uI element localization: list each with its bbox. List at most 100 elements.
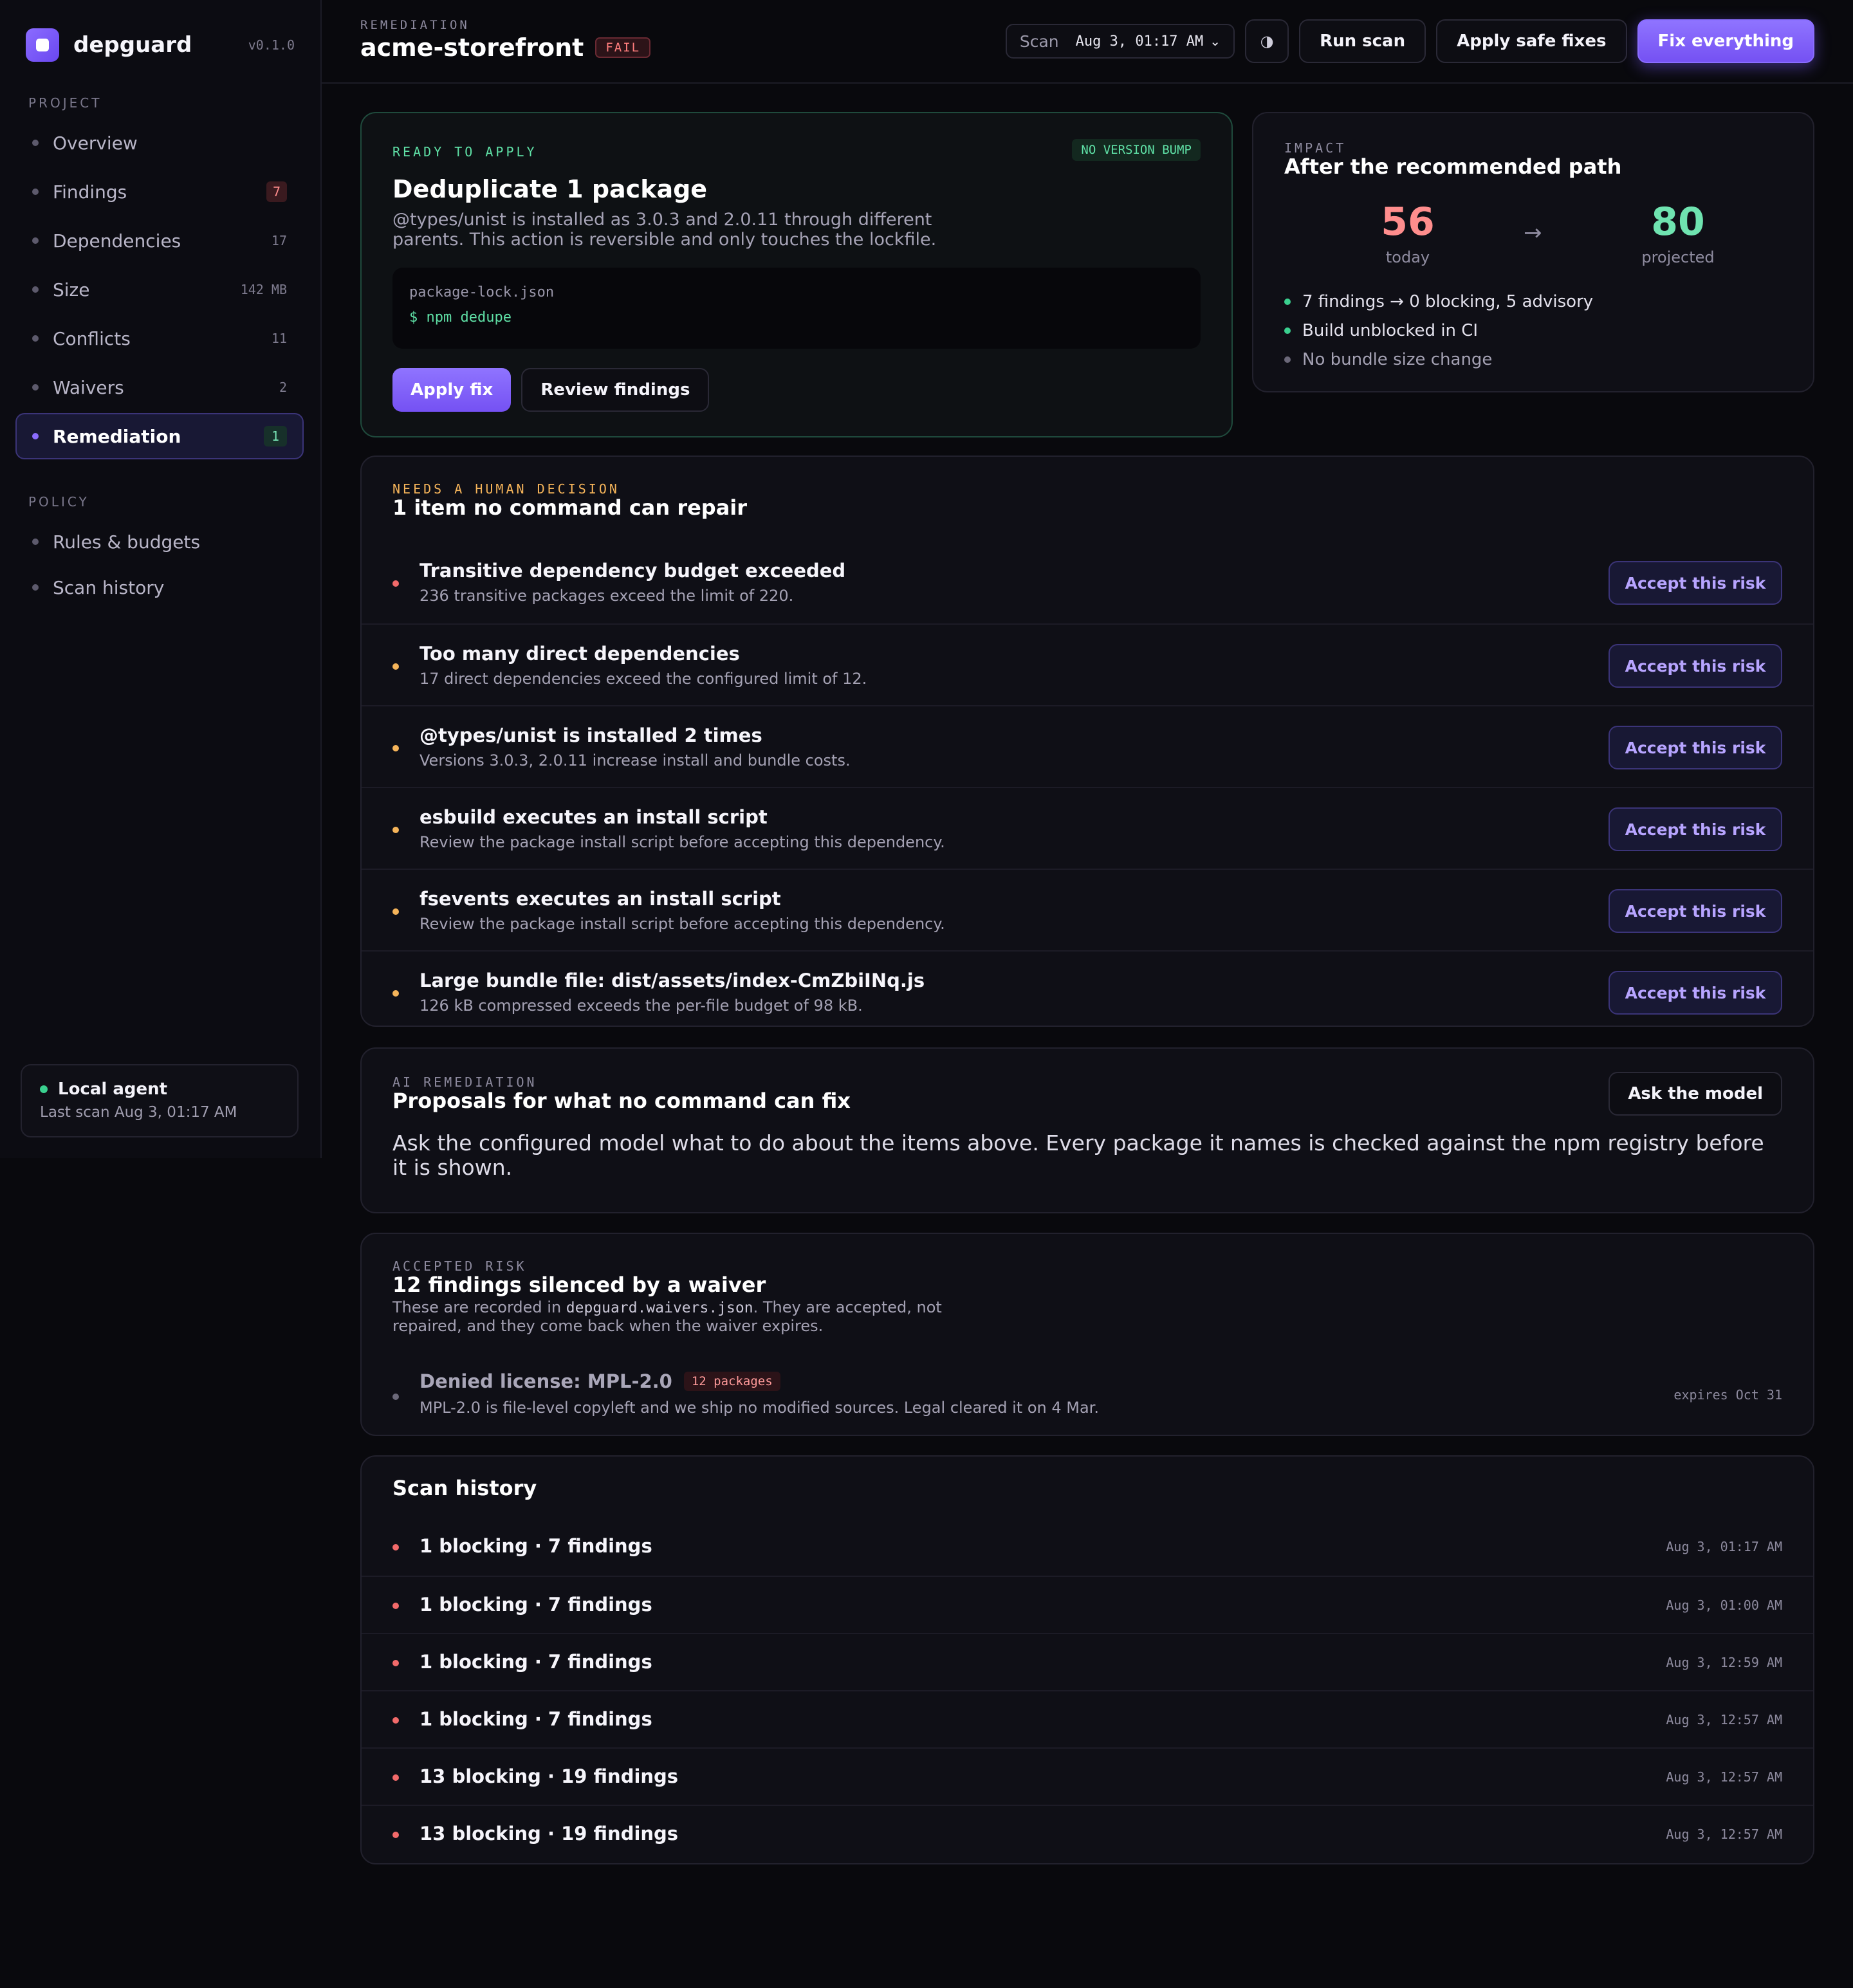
bullet-icon [32, 384, 39, 391]
status-badge: FAIL [595, 37, 651, 58]
sidebar-item-label: Waivers [53, 376, 124, 398]
ask-model-button[interactable]: Ask the model [1609, 1072, 1782, 1116]
sidebar-item-label: Overview [53, 132, 138, 154]
list-item: @types/unist is installed 2 times Versio… [362, 705, 1813, 787]
risk-subtitle: Review the package install script before… [419, 833, 945, 851]
impact-card: IMPACT After the recommended path 56 tod… [1252, 112, 1814, 392]
bullet-icon [32, 584, 39, 591]
bullet-icon [1284, 327, 1291, 334]
risk-title: Large bundle file: dist/assets/index-CmZ… [419, 970, 925, 991]
impact-kicker: IMPACT [1284, 140, 1347, 156]
severity-dot-icon [392, 580, 399, 587]
scan-summary: 13 blocking · 19 findings [419, 1765, 679, 1787]
sidebar-item-dependencies[interactable]: Dependencies 17 [15, 217, 304, 264]
review-findings-button[interactable]: Review findings [521, 368, 710, 412]
severity-dot-icon [392, 908, 399, 915]
risk-title: esbuild executes an install script [419, 806, 768, 828]
table-row[interactable]: 13 blocking · 19 findings Aug 3, 12:57 A… [362, 1805, 1813, 1862]
bullet-icon [1284, 356, 1291, 363]
app-logo-icon [26, 28, 59, 62]
waiver-expiry: expires Oct 31 [1673, 1387, 1782, 1403]
list-item: esbuild executes an install script Revie… [362, 787, 1813, 869]
list-item: 7 findings → 0 blocking, 5 advisory [1284, 287, 1593, 316]
table-row[interactable]: 1 blocking · 7 findings Aug 3, 12:59 AM [362, 1633, 1813, 1690]
sidebar-item-label: Remediation [53, 425, 181, 447]
packages-count-badge: 12 packages [683, 1372, 780, 1391]
bullet-icon [32, 189, 39, 195]
sidebar-item-findings[interactable]: Findings 7 [15, 169, 304, 215]
table-row[interactable]: 1 blocking · 7 findings Aug 3, 01:00 AM [362, 1576, 1813, 1633]
sidebar-item-scan-history[interactable]: Scan history [15, 564, 304, 611]
status-dot-icon [392, 1660, 399, 1666]
risk-subtitle: 236 transitive packages exceed the limit… [419, 587, 794, 605]
table-row[interactable]: 13 blocking · 19 findings Aug 3, 12:57 A… [362, 1747, 1813, 1805]
scan-summary: 1 blocking · 7 findings [419, 1651, 652, 1673]
brand[interactable]: depguard v0.1.0 [26, 28, 295, 62]
waiver-file-name: depguard.waivers.json [566, 1300, 753, 1316]
impact-item-text: 7 findings → 0 blocking, 5 advisory [1302, 291, 1594, 311]
impact-item-text: No bundle size change [1302, 349, 1493, 369]
severity-dot-icon [392, 990, 399, 997]
ai-title: Proposals for what no command can fix [392, 1089, 851, 1113]
risk-subtitle: 17 direct dependencies exceed the config… [419, 670, 867, 688]
list-item: fsevents executes an install script Revi… [362, 869, 1813, 950]
table-row[interactable]: 1 blocking · 7 findings Aug 3, 01:17 AM [362, 1518, 1813, 1576]
size-count: 142 MB [240, 282, 287, 297]
contrast-icon: ◑ [1260, 32, 1274, 50]
apply-fix-button[interactable]: Apply fix [392, 368, 512, 412]
scan-time: Aug 3, 12:57 AM [1666, 1827, 1782, 1842]
waiver-item-description: MPL-2.0 is file-level copyleft and we sh… [419, 1399, 1099, 1417]
status-dot-icon [392, 1832, 399, 1838]
sidebar-item-label: Conflicts [53, 327, 131, 349]
page-kicker: REMEDIATION [360, 18, 470, 32]
accept-risk-button[interactable]: Accept this risk [1609, 644, 1782, 688]
list-item[interactable]: Denied license: MPL-2.0 12 packages MPL-… [362, 1359, 1813, 1430]
page-title: acme-storefront [360, 33, 584, 62]
scan-history-card: Scan history 1 blocking · 7 findings Aug… [360, 1455, 1814, 1864]
risk-title: Too many direct dependencies [419, 643, 740, 665]
accept-risk-button[interactable]: Accept this risk [1609, 971, 1782, 1015]
sidebar-item-overview[interactable]: Overview [15, 120, 304, 166]
sidebar-item-label: Findings [53, 181, 127, 203]
chevron-down-icon: ⌄ [1210, 33, 1221, 49]
brand-name: depguard [73, 32, 192, 58]
score-today: 56 today [1331, 199, 1485, 266]
scan-select-label: Scan [1019, 32, 1059, 51]
list-item: Transitive dependency budget exceeded 23… [362, 542, 1813, 623]
history-title: Scan history [392, 1476, 537, 1500]
risk-subtitle: 126 kB compressed exceeds the per-file b… [419, 997, 863, 1015]
accept-risk-button[interactable]: Accept this risk [1609, 726, 1782, 769]
accept-risk-button[interactable]: Accept this risk [1609, 561, 1782, 605]
bullet-icon [32, 286, 39, 293]
sidebar-item-size[interactable]: Size 142 MB [15, 266, 304, 313]
human-kicker: NEEDS A HUMAN DECISION [392, 481, 620, 497]
waiver-description: These are recorded in depguard.waivers.j… [392, 1298, 972, 1335]
sidebar-item-waivers[interactable]: Waivers 2 [15, 364, 304, 410]
waiver-kicker: ACCEPTED RISK [392, 1258, 527, 1274]
scan-select-value: Aug 3, 01:17 AM [1075, 33, 1204, 50]
bullet-icon [1284, 298, 1291, 305]
command-text: $ npm dedupe [409, 309, 512, 326]
sidebar-item-label: Scan history [53, 576, 165, 598]
risk-title: fsevents executes an install script [419, 888, 781, 910]
bullet-icon [392, 1394, 399, 1400]
accept-risk-button[interactable]: Accept this risk [1609, 807, 1782, 851]
accept-risk-button[interactable]: Accept this risk [1609, 889, 1782, 933]
run-scan-button[interactable]: Run scan [1299, 19, 1426, 63]
no-version-bump-badge: NO VERSION BUMP [1072, 139, 1201, 161]
status-dot-icon [392, 1717, 399, 1724]
impact-title: After the recommended path [1284, 154, 1622, 179]
score-projected-label: projected [1641, 248, 1715, 266]
list-item: No bundle size change [1284, 345, 1593, 374]
sidebar-item-rules-budgets[interactable]: Rules & budgets [15, 519, 304, 565]
scan-summary: 1 blocking · 7 findings [419, 1535, 652, 1557]
sidebar-item-conflicts[interactable]: Conflicts 11 [15, 315, 304, 362]
fix-everything-button[interactable]: Fix everything [1637, 19, 1814, 63]
apply-safe-fixes-button[interactable]: Apply safe fixes [1436, 19, 1627, 63]
theme-toggle-button[interactable]: ◑ [1245, 19, 1289, 63]
table-row[interactable]: 1 blocking · 7 findings Aug 3, 12:57 AM [362, 1690, 1813, 1747]
page-header: REMEDIATION acme-storefront FAIL Scan Au… [322, 0, 1853, 84]
accepted-risk-card: ACCEPTED RISK 12 findings silenced by a … [360, 1233, 1814, 1436]
scan-select[interactable]: Scan Aug 3, 01:17 AM ⌄ [1005, 24, 1235, 59]
sidebar-item-remediation[interactable]: Remediation 1 [15, 413, 304, 459]
